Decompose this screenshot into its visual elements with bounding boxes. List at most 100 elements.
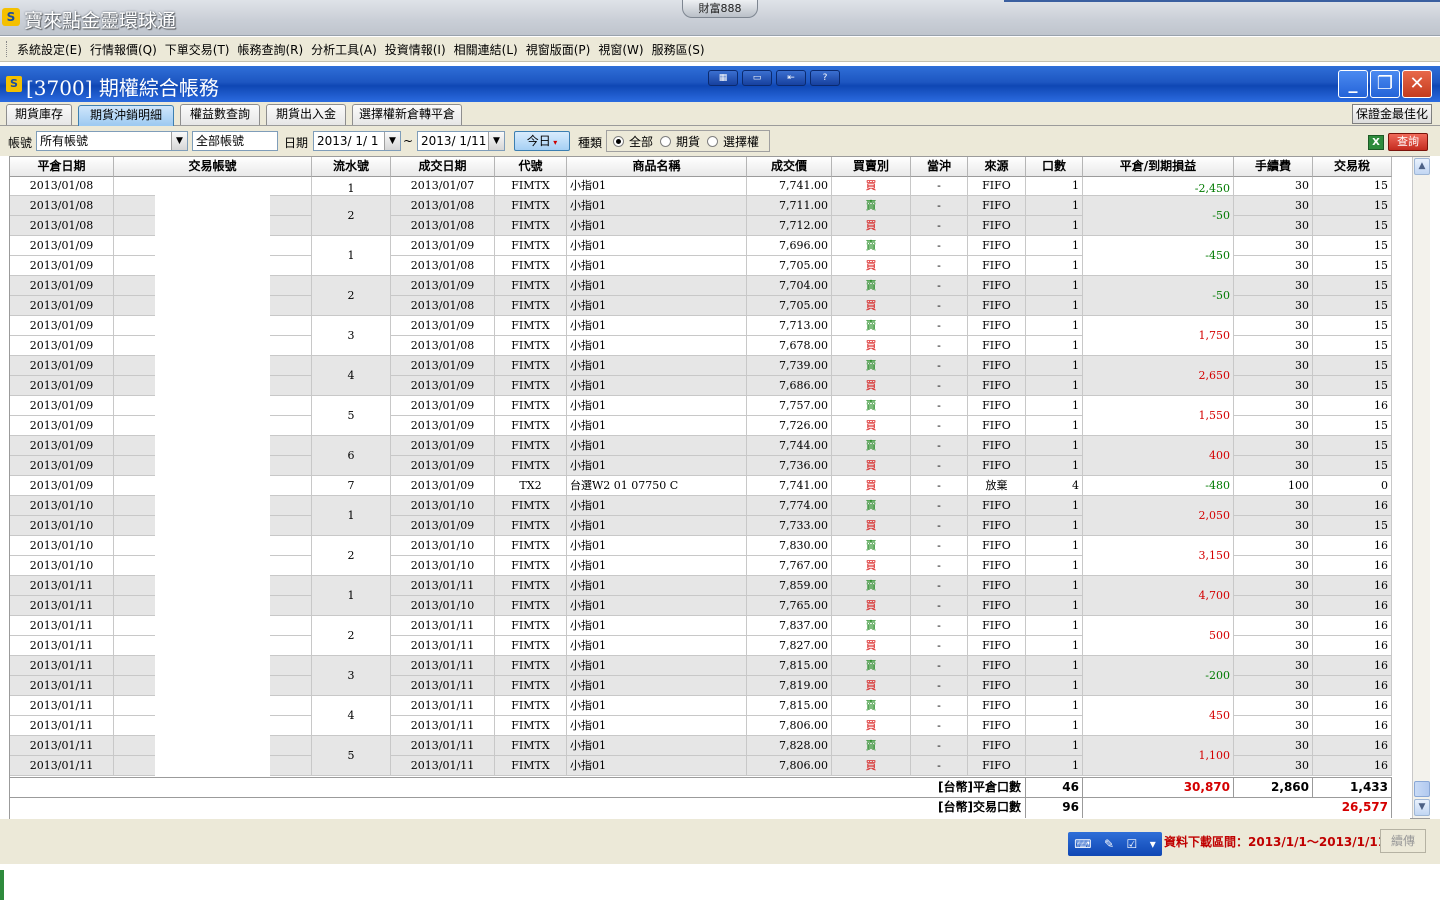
keyboard-icon[interactable]: ⌨ [1074, 837, 1091, 851]
cell-trade-date: 2013/01/11 [391, 696, 495, 716]
checkbox-icon[interactable]: ☑ [1127, 837, 1138, 851]
column-header[interactable]: 成交價 [747, 157, 832, 177]
column-header[interactable]: 買賣別 [832, 157, 911, 177]
cell-close-date: 2013/01/09 [10, 276, 114, 296]
cell-trade-date: 2013/01/10 [391, 556, 495, 576]
cell-fee: 30 [1234, 656, 1313, 676]
radio-all[interactable] [613, 135, 624, 147]
chevron-down-icon[interactable]: ▼ [384, 132, 400, 150]
maximize-button[interactable]: ❐ [1370, 70, 1400, 98]
column-header[interactable]: 流水號 [312, 157, 391, 177]
layout-grid-icon[interactable]: ▦ [708, 70, 738, 86]
account-all-field[interactable]: 全部帳號 [192, 131, 278, 151]
cell-side: 賣 [832, 696, 911, 716]
cell-trade-date: 2013/01/11 [391, 736, 495, 756]
menu-service-area[interactable]: 服務區(S) [648, 41, 709, 58]
cell-qty: 1 [1026, 196, 1083, 216]
date-from-picker[interactable]: 2013/ 1/ 1 ▼ [313, 131, 401, 151]
query-button[interactable]: 查詢 [1388, 133, 1428, 151]
menu-grip[interactable] [6, 41, 9, 57]
column-header[interactable]: 代號 [495, 157, 567, 177]
menu-system-settings[interactable]: 系統設定(E) [13, 41, 86, 58]
cell-price: 7,806.00 [747, 756, 832, 776]
radio-all-label[interactable]: 全部 [629, 133, 653, 150]
cell-source: FIFO [968, 656, 1026, 676]
tab-futures-deposit-withdraw[interactable]: 期貨出入金 [266, 104, 346, 125]
tab-options-close-position[interactable]: 選擇權新倉轉平倉 [352, 104, 462, 125]
download-range-text: 資料下載區間：2013/1/1～2013/1/11 [1164, 835, 1387, 849]
column-header[interactable]: 成交日期 [391, 157, 495, 177]
vertical-scrollbar[interactable]: ▲ ▼ [1412, 157, 1430, 818]
cell-daytrade: - [911, 316, 968, 336]
today-button[interactable]: 今日 ▾ [514, 131, 570, 151]
cell-code: FIMTX [495, 296, 567, 316]
cell-product: 小指01 [567, 376, 747, 396]
center-tab[interactable]: 財富888 [682, 0, 758, 18]
cell-tax: 15 [1313, 456, 1392, 476]
cell-price: 7,739.00 [747, 356, 832, 376]
help-icon[interactable]: ? [810, 70, 840, 86]
cell-qty: 1 [1026, 216, 1083, 236]
chevron-down-icon[interactable]: ▼ [488, 132, 504, 150]
menu-related-links[interactable]: 相關連結(L) [450, 41, 522, 58]
cell-fee: 30 [1234, 616, 1313, 636]
radio-futures-label[interactable]: 期貨 [676, 133, 700, 150]
cell-close-date: 2013/01/09 [10, 316, 114, 336]
radio-options[interactable] [707, 135, 719, 147]
excel-export-icon[interactable]: X [1368, 135, 1384, 150]
column-header[interactable]: 交易帳號 [114, 157, 312, 177]
menu-window-layout[interactable]: 視窗版面(P) [522, 41, 595, 58]
cell-close-date: 2013/01/11 [10, 696, 114, 716]
account-select[interactable]: 所有帳號 ▼ [36, 131, 188, 151]
date-to-value: 2013/ 1/11 [421, 134, 487, 148]
layout-window-icon[interactable]: ▭ [742, 70, 772, 86]
menu-analysis-tools[interactable]: 分析工具(A) [307, 41, 381, 58]
scroll-thumb[interactable] [1414, 781, 1430, 797]
cell-close-date: 2013/01/11 [10, 716, 114, 736]
column-header[interactable]: 來源 [968, 157, 1026, 177]
cell-source: FIFO [968, 736, 1026, 756]
caret-down-icon[interactable]: ▾ [1150, 837, 1156, 851]
cell-code: FIMTX [495, 656, 567, 676]
cell-side: 買 [832, 756, 911, 776]
cell-trade-date: 2013/01/09 [391, 236, 495, 256]
cell-source: FIFO [968, 177, 1026, 196]
column-header[interactable]: 平倉日期 [10, 157, 114, 177]
cell-source: FIFO [968, 556, 1026, 576]
chevron-down-icon[interactable]: ▼ [171, 132, 187, 150]
column-header[interactable]: 手續費 [1234, 157, 1313, 177]
tab-futures-offset-detail[interactable]: 期貨沖銷明細 [78, 105, 174, 126]
date-to-picker[interactable]: 2013/ 1/11 ▼ [417, 131, 505, 151]
scroll-down-icon[interactable]: ▼ [1414, 799, 1430, 816]
grid-body: 2013/01/08 2013/01/07 FIMTX 小指01 7,741.00 買 - F… [10, 177, 1410, 777]
cell-serial: 1 [312, 496, 391, 536]
menu-account-query[interactable]: 帳務查詢(R) [233, 41, 307, 58]
column-header[interactable]: 口數 [1026, 157, 1083, 177]
radio-options-label[interactable]: 選擇權 [723, 133, 759, 150]
cell-tax: 15 [1313, 436, 1392, 456]
column-header[interactable]: 交易稅 [1313, 157, 1392, 177]
margin-optimize-button[interactable]: 保證金最佳化 [1352, 104, 1432, 124]
close-button[interactable]: ✕ [1402, 70, 1432, 98]
cell-tax: 16 [1313, 736, 1392, 756]
cell-product: 小指01 [567, 196, 747, 216]
menu-investment-info[interactable]: 投資情報(I) [381, 41, 450, 58]
cell-close-date: 2013/01/10 [10, 516, 114, 536]
cell-pnl: -480 [1083, 476, 1234, 496]
tab-futures-inventory[interactable]: 期貨庫存 [6, 104, 72, 125]
layout-dock-icon[interactable]: ⇤ [776, 70, 806, 86]
column-header[interactable]: 平倉/到期損益 [1083, 157, 1234, 177]
cell-daytrade: - [911, 676, 968, 696]
minimize-button[interactable]: _ [1338, 70, 1368, 98]
pen-icon[interactable]: ✎ [1104, 837, 1114, 851]
cell-source: FIFO [968, 436, 1026, 456]
column-header[interactable]: 當沖 [911, 157, 968, 177]
menu-quotes[interactable]: 行情報價(Q) [86, 41, 161, 58]
menu-window[interactable]: 視窗(W) [594, 41, 647, 58]
radio-futures[interactable] [660, 135, 672, 147]
menu-order-trade[interactable]: 下單交易(T) [161, 41, 234, 58]
scroll-up-icon[interactable]: ▲ [1414, 158, 1430, 175]
tab-equity-query[interactable]: 權益數查詢 [180, 104, 260, 125]
column-header[interactable]: 商品名稱 [567, 157, 747, 177]
continue-download-button[interactable]: 續傳 [1380, 829, 1426, 853]
